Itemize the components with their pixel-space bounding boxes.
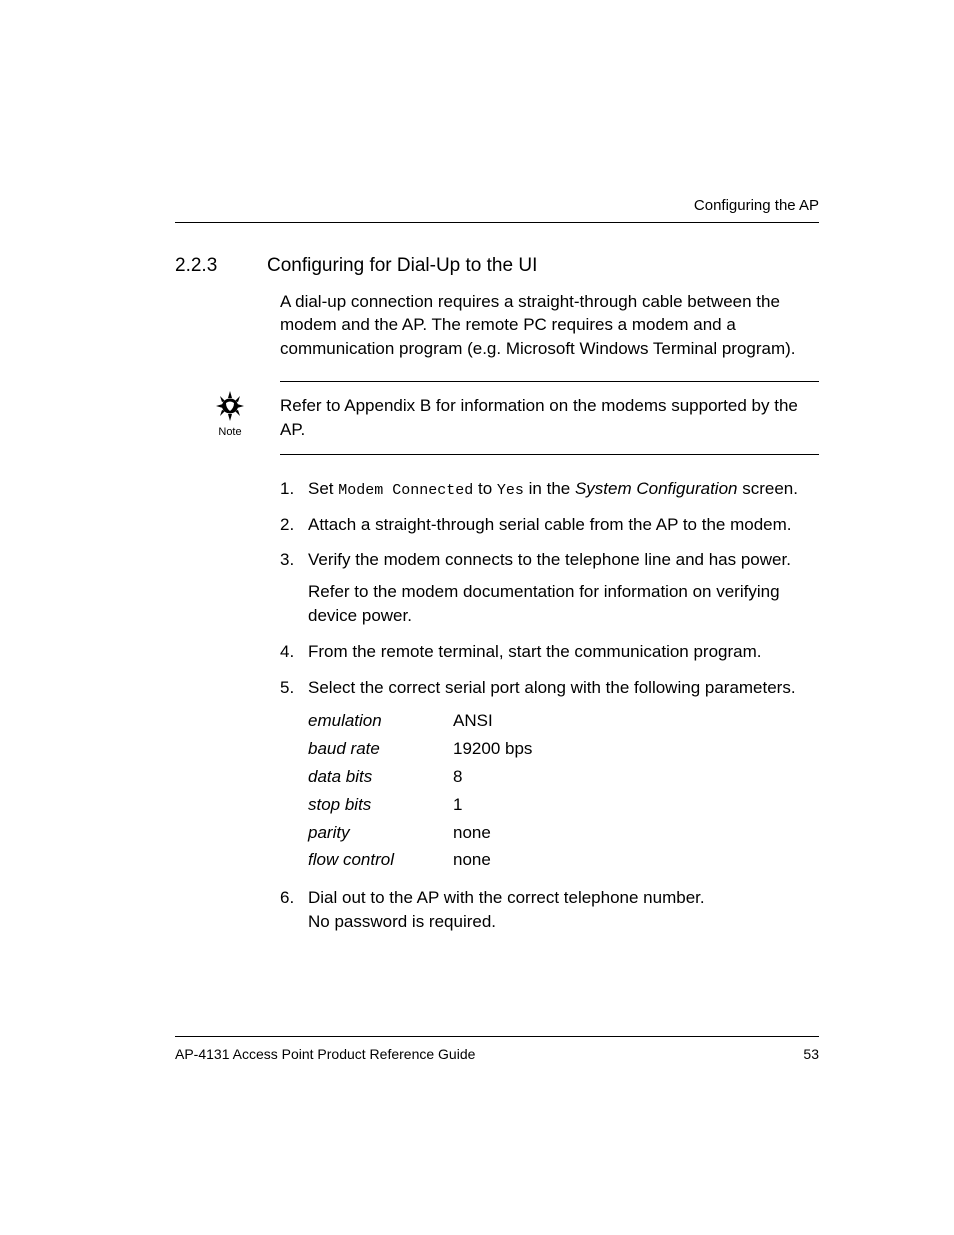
step-body: Verify the modem connects to the telepho… — [308, 548, 819, 627]
header-rule — [175, 222, 819, 223]
code-text: Modem Connected — [338, 482, 473, 499]
table-row: paritynone — [308, 819, 532, 847]
table-row: stop bits1 — [308, 791, 532, 819]
page-number: 53 — [803, 1045, 819, 1065]
param-key: emulation — [308, 707, 453, 735]
param-key: stop bits — [308, 791, 453, 819]
footer-title: AP-4131 Access Point Product Reference G… — [175, 1045, 475, 1065]
code-text: Yes — [497, 482, 524, 499]
text: No password is required. — [308, 912, 496, 931]
note-rule-bottom — [280, 454, 819, 455]
param-value: none — [453, 846, 532, 874]
sub-paragraph: Refer to the modem documentation for inf… — [308, 580, 819, 628]
text: to — [473, 479, 497, 498]
param-value: 1 — [453, 791, 532, 819]
step-number: 5. — [280, 676, 308, 875]
note-label: Note — [205, 425, 255, 440]
param-value: ANSI — [453, 707, 532, 735]
step-2: 2. Attach a straight-through serial cabl… — [280, 513, 819, 537]
content-block: A dial-up connection requires a straight… — [280, 290, 819, 934]
page-footer: AP-4131 Access Point Product Reference G… — [175, 1036, 819, 1065]
param-value: 19200 bps — [453, 735, 532, 763]
step-6: 6. Dial out to the AP with the correct t… — [280, 886, 819, 934]
section-heading: 2.2.3 Configuring for Dial-Up to the UI — [175, 253, 819, 280]
note-block: Note Refer to Appendix B for information… — [280, 381, 819, 455]
table-row: baud rate19200 bps — [308, 735, 532, 763]
table-row: data bits8 — [308, 763, 532, 791]
text: Dial out to the AP with the correct tele… — [308, 888, 705, 907]
running-header: Configuring the AP — [175, 195, 819, 216]
text: in the — [524, 479, 575, 498]
step-3: 3. Verify the modem connects to the tele… — [280, 548, 819, 627]
table-row: flow controlnone — [308, 846, 532, 874]
step-1: 1. Set Modem Connected to Yes in the Sys… — [280, 477, 819, 501]
page: Configuring the AP 2.2.3 Configuring for… — [0, 0, 954, 1235]
step-number: 1. — [280, 477, 308, 501]
step-body: Select the correct serial port along wit… — [308, 676, 819, 875]
step-5: 5. Select the correct serial port along … — [280, 676, 819, 875]
param-value: none — [453, 819, 532, 847]
text: Set — [308, 479, 338, 498]
section-number: 2.2.3 — [175, 253, 267, 280]
section-title: Configuring for Dial-Up to the UI — [267, 253, 537, 280]
param-key: parity — [308, 819, 453, 847]
param-key: baud rate — [308, 735, 453, 763]
intro-paragraph: A dial-up connection requires a straight… — [280, 290, 819, 361]
note-icon: Note — [205, 389, 255, 440]
parameters-table: emulationANSI baud rate19200 bps data bi… — [308, 707, 532, 874]
italic-text: System Configuration — [575, 479, 738, 498]
step-4: 4. From the remote terminal, start the c… — [280, 640, 819, 664]
step-body: Attach a straight-through serial cable f… — [308, 513, 819, 537]
step-number: 2. — [280, 513, 308, 537]
step-body: Set Modem Connected to Yes in the System… — [308, 477, 819, 501]
param-key: data bits — [308, 763, 453, 791]
steps-list: 1. Set Modem Connected to Yes in the Sys… — [280, 477, 819, 934]
text: Verify the modem connects to the telepho… — [308, 550, 791, 569]
param-value: 8 — [453, 763, 532, 791]
note-text: Refer to Appendix B for information on t… — [280, 382, 819, 454]
table-row: emulationANSI — [308, 707, 532, 735]
step-number: 3. — [280, 548, 308, 627]
param-key: flow control — [308, 846, 453, 874]
step-number: 6. — [280, 886, 308, 934]
step-body: Dial out to the AP with the correct tele… — [308, 886, 819, 934]
text: screen. — [738, 479, 798, 498]
text: Select the correct serial port along wit… — [308, 678, 796, 697]
step-body: From the remote terminal, start the comm… — [308, 640, 819, 664]
step-number: 4. — [280, 640, 308, 664]
footer-rule — [175, 1036, 819, 1037]
